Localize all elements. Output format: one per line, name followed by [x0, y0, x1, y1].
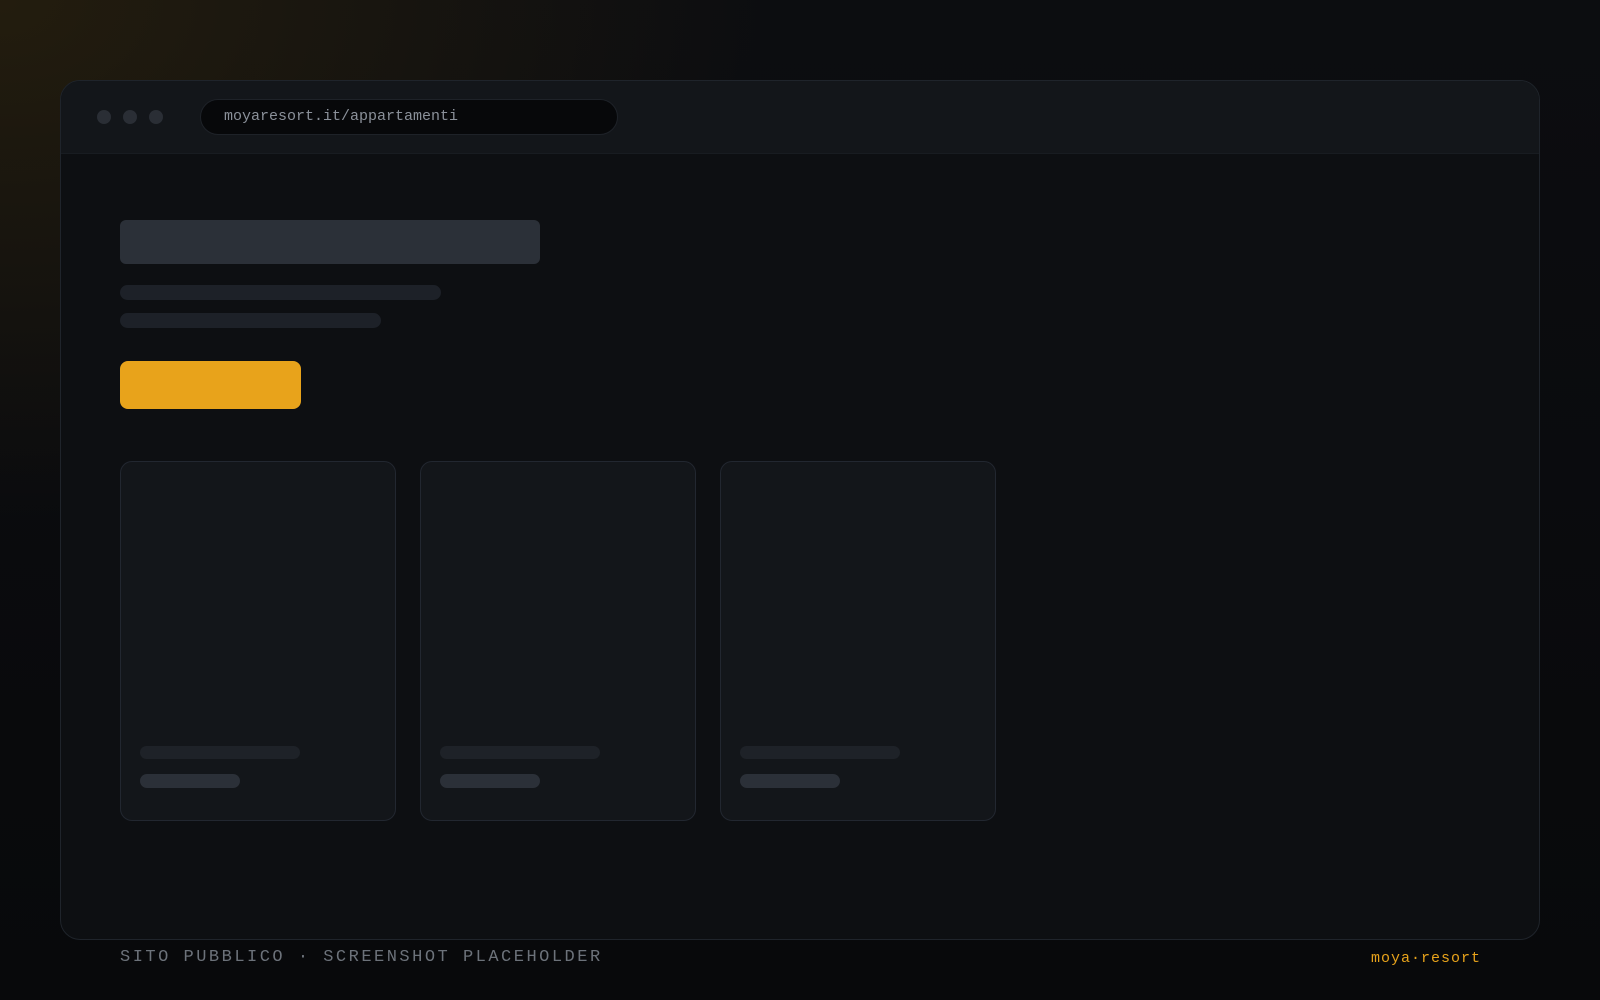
card-skeleton-subtitle: [740, 774, 840, 788]
footer-brand: moya·resort: [1370, 950, 1481, 967]
card-skeleton-title: [140, 746, 300, 759]
footer-caption: SITO PUBBLICO · SCREENSHOT PLACEHOLDER: [120, 948, 603, 967]
apartment-card[interactable]: [720, 461, 996, 821]
skeleton-text-line: [120, 285, 441, 300]
card-skeleton-title: [440, 746, 600, 759]
close-dot-icon[interactable]: [97, 110, 111, 124]
apartment-card[interactable]: [420, 461, 696, 821]
address-bar[interactable]: moyaresort.it/appartamenti: [200, 99, 618, 135]
minimize-dot-icon[interactable]: [123, 110, 137, 124]
maximize-dot-icon[interactable]: [149, 110, 163, 124]
browser-titlebar: moyaresort.it/appartamenti: [61, 81, 1539, 154]
card-skeleton-title: [740, 746, 900, 759]
card-skeleton-subtitle: [440, 774, 540, 788]
skeleton-text-line: [120, 313, 381, 328]
cta-button[interactable]: [120, 361, 301, 409]
apartment-card[interactable]: [120, 461, 396, 821]
browser-window: moyaresort.it/appartamenti: [60, 80, 1540, 940]
card-skeleton-subtitle: [140, 774, 240, 788]
skeleton-heading: [120, 220, 540, 264]
